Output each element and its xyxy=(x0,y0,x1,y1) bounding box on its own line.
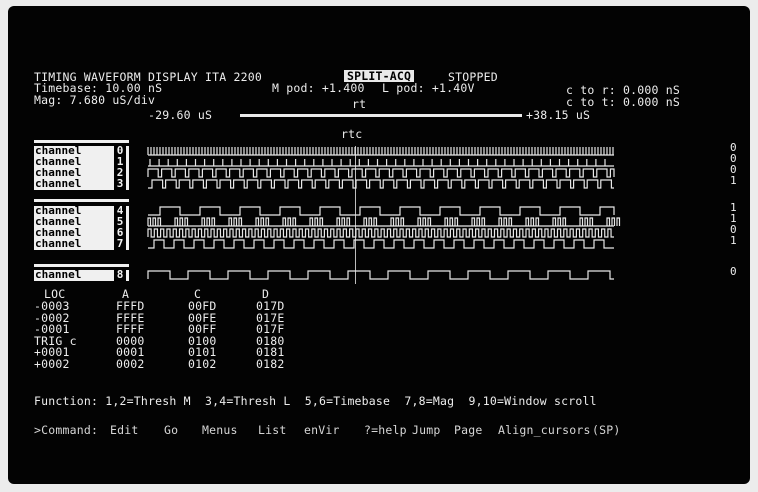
channel-label-8[interactable]: channel 8 xyxy=(34,268,129,281)
channel-level-7: 1 xyxy=(730,234,737,247)
l-pod-readout: L pod: +1.40V xyxy=(382,81,475,95)
rt-marker-label: rt xyxy=(352,97,367,111)
table-cell: 0002 xyxy=(116,356,145,371)
channel-label-7[interactable]: channel 7 xyxy=(34,237,129,250)
channel-name: channel xyxy=(35,268,82,281)
channel-name: channel xyxy=(35,177,82,190)
command-item-go[interactable]: Go xyxy=(164,424,178,436)
channel-level-3: 1 xyxy=(730,174,737,187)
window-start-time: -29.60 uS xyxy=(148,108,213,122)
c-to-t-readout: c to t: 0.000 nS xyxy=(566,95,680,109)
waveform-channel-0 xyxy=(147,147,614,156)
waveform-trace xyxy=(148,179,614,189)
command-item-page[interactable]: Page xyxy=(454,424,483,436)
waveform-channel-8 xyxy=(147,270,614,280)
command-item-align-cursors[interactable]: Align_cursors xyxy=(498,424,591,436)
waveform-trace xyxy=(147,217,621,227)
rtc-cursor-label: rtc xyxy=(341,127,363,141)
command-item-envir[interactable]: enVir xyxy=(304,424,340,436)
window-scroll-bar[interactable] xyxy=(240,114,522,117)
command-item-help[interactable]: ?=help xyxy=(364,424,407,436)
command-item-list[interactable]: List xyxy=(258,424,287,436)
waveform-channel-5 xyxy=(147,217,621,227)
waveform-trace xyxy=(148,239,614,249)
waveform-trace xyxy=(147,147,614,156)
channel-name: channel xyxy=(35,237,82,250)
waveform-channel-2 xyxy=(147,168,615,178)
m-pod-readout: M pod: +1.400 xyxy=(272,81,365,95)
channel-level-8: 0 xyxy=(730,265,737,278)
command-item-sp[interactable]: (SP) xyxy=(592,424,621,436)
waveform-trace xyxy=(147,168,615,178)
waveform-channel-1 xyxy=(148,159,614,167)
waveform-channel-7 xyxy=(148,239,614,249)
channel-group-divider xyxy=(34,199,129,202)
command-item-edit[interactable]: Edit xyxy=(110,424,139,436)
channel-label-3[interactable]: channel 3 xyxy=(34,177,129,190)
waveform-trace xyxy=(147,228,614,238)
channel-group-divider xyxy=(34,264,129,267)
channel-number: 7 xyxy=(114,238,126,250)
function-key-legend: Function: 1,2=Thresh M 3,4=Thresh L 5,6=… xyxy=(34,394,597,408)
command-item-menus[interactable]: Menus xyxy=(202,424,238,436)
channel-group-divider xyxy=(34,140,129,143)
window-end-time: +38.15 uS xyxy=(526,108,591,122)
channel-number: 8 xyxy=(114,269,126,281)
waveform-trace xyxy=(148,159,614,167)
waveform-trace xyxy=(148,206,615,216)
waveform-trace xyxy=(147,270,614,280)
magnification-readout: Mag: 7.680 uS/div xyxy=(34,93,156,107)
command-prompt: >Command: xyxy=(34,423,99,437)
table-cell: 0182 xyxy=(256,356,285,371)
table-row-loc: +0002 xyxy=(34,356,70,371)
waveform-channel-4 xyxy=(148,206,615,216)
command-item-jump[interactable]: Jump xyxy=(412,424,441,436)
waveform-channel-3 xyxy=(148,179,614,189)
waveform-channel-6 xyxy=(147,228,614,238)
channel-number: 3 xyxy=(114,178,126,190)
table-cell: 0102 xyxy=(188,356,217,371)
